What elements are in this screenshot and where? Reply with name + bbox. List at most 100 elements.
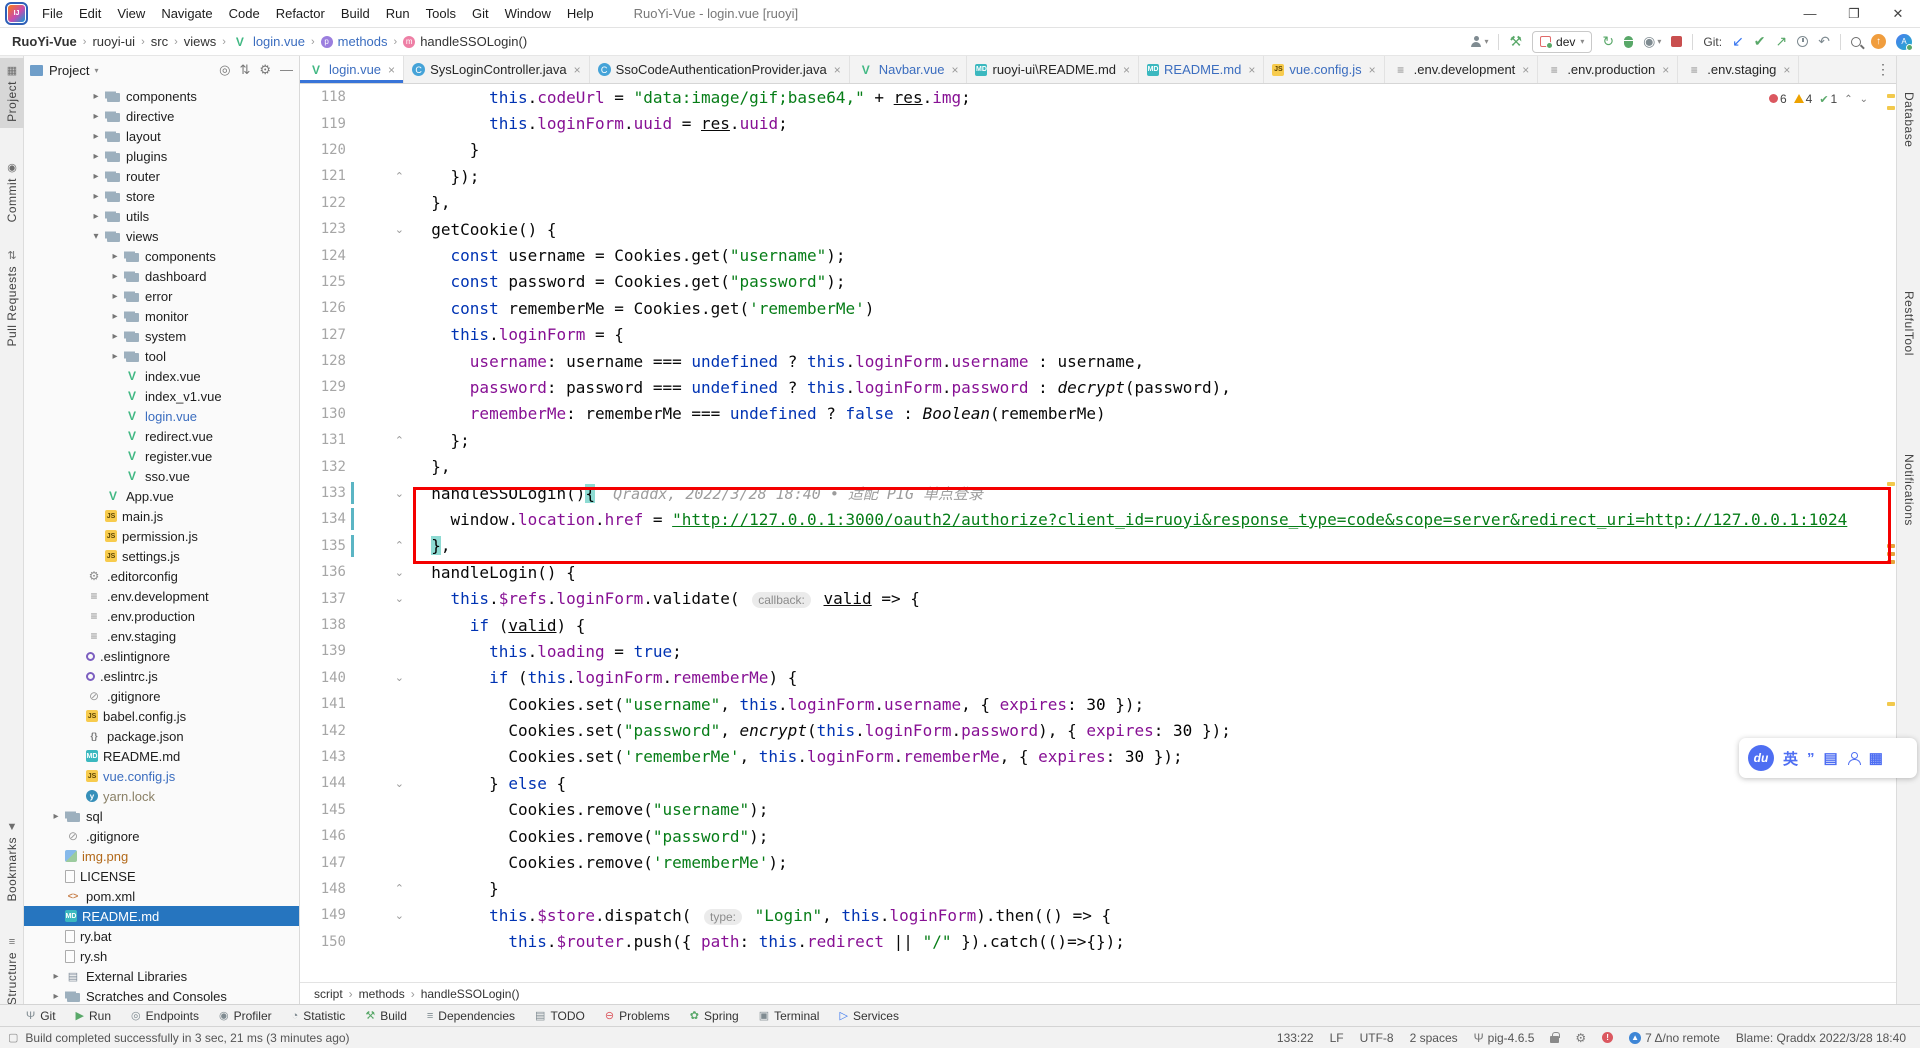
next-problem-icon[interactable]: ⌄ — [1860, 94, 1868, 105]
code-breadcrumb-methods[interactable]: methods — [359, 987, 405, 1001]
baidu-ime-widget[interactable]: du 英 ” ▤ ▦ — [1739, 738, 1917, 778]
toolwindow-dependencies[interactable]: ≡ Dependencies — [427, 1009, 515, 1023]
tree-item-.eslintrc.js[interactable]: .eslintrc.js — [24, 666, 299, 686]
line-number[interactable]: 138 — [300, 617, 346, 633]
error-stripe-mark[interactable] — [1887, 482, 1895, 486]
rollback-button[interactable]: ↶ — [1818, 33, 1830, 50]
tree-item-.env.staging[interactable]: ≡ .env.staging — [24, 626, 299, 646]
tab-ruoyi-ui\README.md[interactable]: MD ruoyi-ui\README.md × — [967, 56, 1140, 83]
tree-item-plugins[interactable]: ▸ plugins — [24, 146, 299, 166]
ime-grid-icon[interactable]: ▦ — [1869, 749, 1883, 767]
code-line-125[interactable]: 125 const password = Cookies.get("passwo… — [300, 269, 1896, 295]
tree-item-settings.js[interactable]: JS settings.js — [24, 546, 299, 566]
code-line-141[interactable]: 141 Cookies.set("username", this.loginFo… — [300, 691, 1896, 717]
tab-.env.staging[interactable]: ≡ .env.staging × — [1678, 56, 1800, 83]
tab-login.vue[interactable]: Vlogin.vue × — [300, 56, 405, 83]
line-number[interactable]: 118 — [300, 89, 346, 105]
breadcrumb-item[interactable]: views — [182, 34, 219, 49]
line-number[interactable]: 129 — [300, 379, 346, 395]
tree-item-monitor[interactable]: ▸ monitor — [24, 306, 299, 326]
code-line-146[interactable]: 146 Cookies.remove("password"); — [300, 823, 1896, 849]
code-line-124[interactable]: 124 const username = Cookies.get("userna… — [300, 242, 1896, 268]
line-number[interactable]: 131 — [300, 432, 346, 448]
stripe-structure[interactable]: ≡ Structure — [0, 930, 24, 1011]
tree-item-yarn.lock[interactable]: y yarn.lock — [24, 786, 299, 806]
debug-button[interactable] — [1624, 35, 1634, 48]
panel-settings-icon[interactable]: ⚙ — [259, 62, 271, 78]
tree-item-External Libraries[interactable]: ▸ ▤ External Libraries — [24, 966, 299, 986]
tab-README.md[interactable]: MD README.md × — [1139, 56, 1265, 83]
status-item[interactable]: UTF-8 — [1360, 1031, 1394, 1045]
line-number[interactable]: 120 — [300, 142, 346, 158]
toolwindow-todo[interactable]: ▤ TODO — [535, 1009, 585, 1023]
code-line-119[interactable]: 119 this.loginForm.uuid = res.uuid; — [300, 110, 1896, 136]
tree-item-img.png[interactable]: img.png — [24, 846, 299, 866]
line-number[interactable]: 121 — [300, 168, 346, 184]
tab-.env.production[interactable]: ≡ .env.production × — [1538, 56, 1679, 83]
line-number[interactable]: 141 — [300, 696, 346, 712]
tree-item-ry.sh[interactable]: ry.sh — [24, 946, 299, 966]
code-line-131[interactable]: 131 ⌃ }; — [300, 427, 1896, 453]
code-line-138[interactable]: 138 if (valid) { — [300, 612, 1896, 638]
tab-close-icon[interactable]: × — [574, 63, 581, 77]
toolwindow-profiler[interactable]: ◉ Profiler — [219, 1009, 272, 1023]
toolwindow-endpoints[interactable]: ◎ Endpoints — [131, 1009, 199, 1023]
run-config-selector[interactable]: dev ▾ — [1532, 30, 1593, 53]
line-number[interactable]: 119 — [300, 116, 346, 132]
toolwindow-build[interactable]: ⚒ Build — [365, 1009, 407, 1023]
toolwindow-git[interactable]: Ψ Git — [26, 1009, 56, 1023]
inspections-widget[interactable]: 6 4 ✔ 1 ⌃ ⌄ — [1768, 92, 1868, 106]
line-number[interactable]: 134 — [300, 511, 346, 527]
code-line-127[interactable]: 127 this.loginForm = { — [300, 322, 1896, 348]
code-line-132[interactable]: 132 }, — [300, 453, 1896, 479]
tree-item-components[interactable]: ▸ components — [24, 246, 299, 266]
code-editor[interactable]: 118 this.codeUrl = "data:image/gif;base6… — [300, 84, 1896, 982]
code-line-130[interactable]: 130 rememberMe: rememberMe === undefined… — [300, 401, 1896, 427]
menu-view[interactable]: View — [109, 0, 153, 27]
ime-language-toggle[interactable]: 英 — [1783, 748, 1798, 769]
code-line-126[interactable]: 126 const rememberMe = Cookies.get('reme… — [300, 295, 1896, 321]
code-breadcrumb-handleSSOLogin()[interactable]: handleSSOLogin() — [421, 987, 520, 1001]
minimize-button[interactable]: — — [1788, 0, 1832, 27]
tab-SysLoginController.java[interactable]: C SysLoginController.java × — [404, 56, 590, 83]
profiler-button[interactable]: ◉ ▾ — [1643, 33, 1661, 50]
tab-close-icon[interactable]: × — [1783, 63, 1790, 77]
stripe-database[interactable]: Database — [1897, 86, 1920, 153]
code-line-128[interactable]: 128 username: username === undefined ? t… — [300, 348, 1896, 374]
line-number[interactable]: 125 — [300, 274, 346, 290]
toolwindow-spring[interactable]: ✿ Spring — [690, 1009, 739, 1023]
tab-close-icon[interactable]: × — [1369, 63, 1376, 77]
tab-close-icon[interactable]: × — [1123, 63, 1130, 77]
ime-account-icon[interactable] — [1847, 751, 1861, 765]
search-everywhere-button[interactable] — [1851, 36, 1861, 47]
menu-run[interactable]: Run — [378, 0, 418, 27]
tree-item-error[interactable]: ▸ error — [24, 286, 299, 306]
error-stripe-mark[interactable] — [1887, 702, 1895, 706]
project-panel-header[interactable]: Project ▾ ◎ ⇅ ⚙ — — [24, 56, 299, 84]
code-line-150[interactable]: 150 this.$router.push({ path: this.redir… — [300, 929, 1896, 955]
line-number[interactable]: 144 — [300, 775, 346, 791]
git-update-button[interactable]: ↙ — [1732, 33, 1744, 50]
tree-item-utils[interactable]: ▸ utils — [24, 206, 299, 226]
tree-item-LICENSE[interactable]: LICENSE — [24, 866, 299, 886]
toolwindow-services[interactable]: ▷ Services — [839, 1009, 898, 1023]
tree-item-permission.js[interactable]: JS permission.js — [24, 526, 299, 546]
status-item[interactable]: Blame: Qraddx 2022/3/28 18:40 — [1736, 1031, 1906, 1045]
line-number[interactable]: 149 — [300, 907, 346, 923]
code-line-143[interactable]: 143 Cookies.set('rememberMe', this.login… — [300, 744, 1896, 770]
line-number[interactable]: 142 — [300, 723, 346, 739]
tree-item-main.js[interactable]: JS main.js — [24, 506, 299, 526]
tree-item-sso.vue[interactable]: Vsso.vue — [24, 466, 299, 486]
code-line-123[interactable]: 123 ⌄ getCookie() { — [300, 216, 1896, 242]
tree-item-.gitignore[interactable]: ⊘ .gitignore — [24, 826, 299, 846]
code-line-149[interactable]: 149 ⌄ this.$store.dispatch( type: "Login"… — [300, 902, 1896, 928]
line-number[interactable]: 122 — [300, 195, 346, 211]
tree-item-.editorconfig[interactable]: ⚙ .editorconfig — [24, 566, 299, 586]
tab-close-icon[interactable]: × — [1522, 63, 1529, 77]
status-item[interactable]: LF — [1330, 1031, 1344, 1045]
build-hammer-icon[interactable]: ⚒ — [1509, 33, 1522, 50]
line-number[interactable]: 145 — [300, 802, 346, 818]
breadcrumb-item[interactable]: RuoYi-Vue — [10, 34, 79, 49]
line-number[interactable]: 126 — [300, 300, 346, 316]
line-number[interactable]: 137 — [300, 591, 346, 607]
